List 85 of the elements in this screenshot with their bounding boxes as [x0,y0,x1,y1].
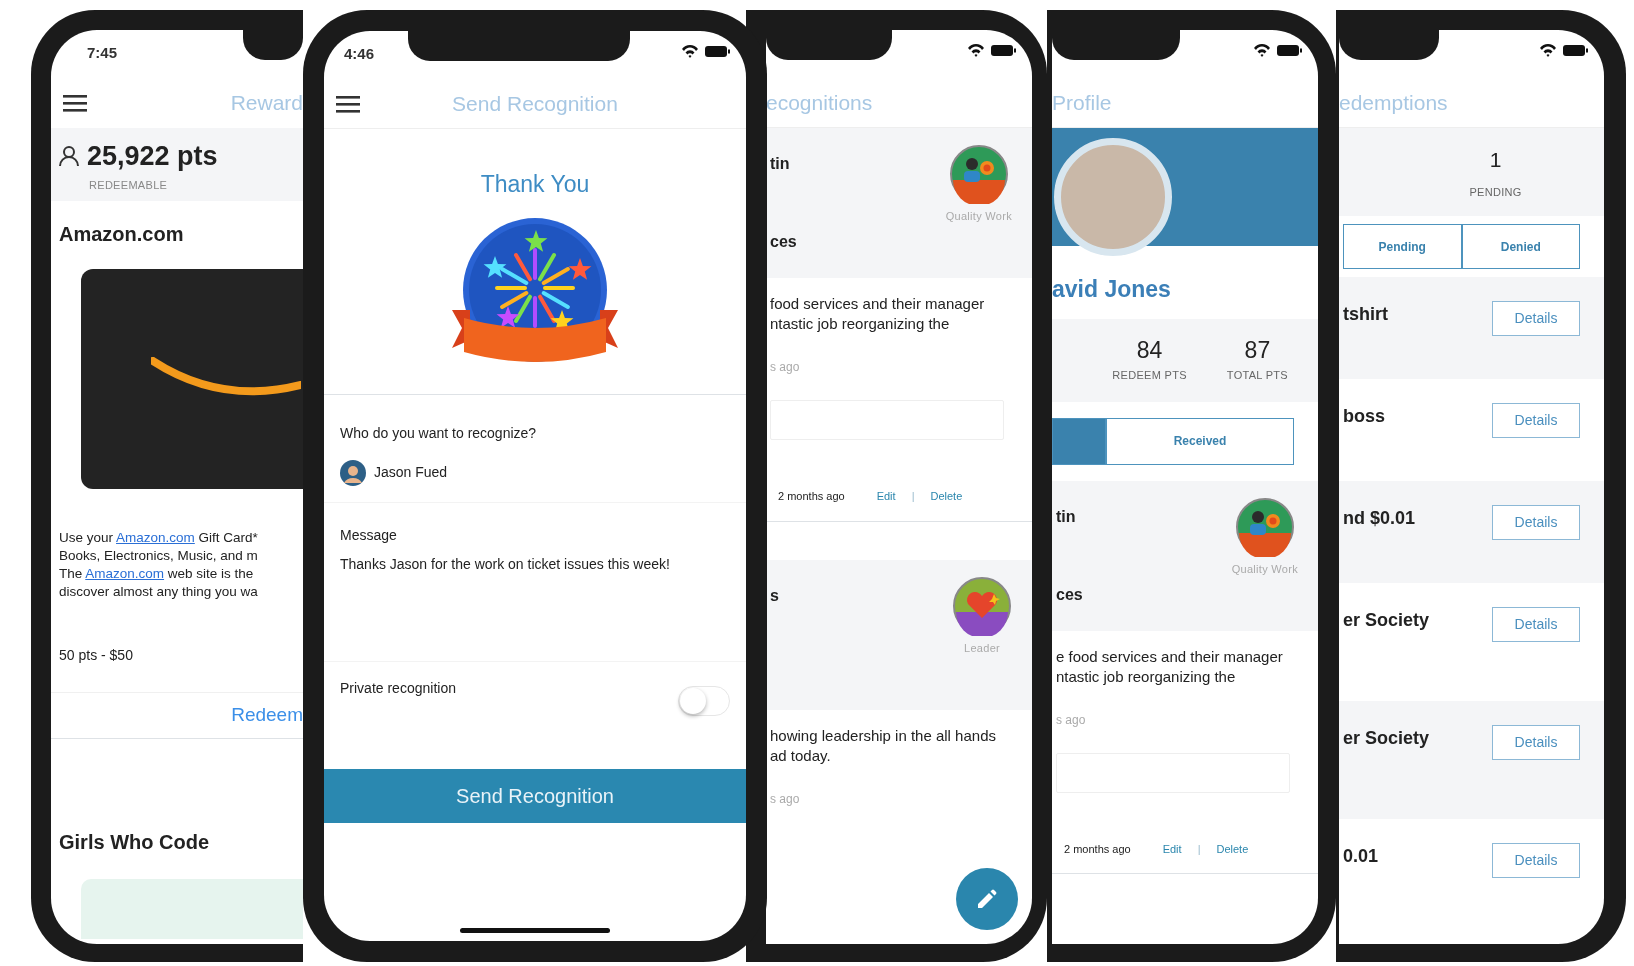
time-ago: s ago [770,359,801,376]
reward-description: Use your Amazon.com Gift Card* Books, Electronics, Music, and m The Amazon.com web site is the discover almost any thing you wa [58,529,259,601]
sender-name: s [770,585,780,606]
screen-title: Send Recognition [451,90,619,117]
profile-name: avid Jones [1052,275,1172,304]
quality-badge-icon [948,144,1009,204]
delete-link[interactable]: Delete [930,488,963,505]
edit-link[interactable]: Edit [876,488,896,505]
link-separator: | [911,489,915,504]
details-button[interactable]: Details [1492,301,1580,336]
private-label: Private recognition [340,678,456,698]
details-button[interactable]: Details [1492,505,1580,540]
tab[interactable] [1052,417,1106,465]
edit-link[interactable]: Edit [1162,840,1182,857]
recognition-title: ces [1056,584,1084,605]
screen-title: edemptions [1339,89,1448,116]
redemption-name: boss [1343,405,1385,428]
person-icon [59,145,79,168]
quality-badge-icon [1234,496,1295,557]
tab[interactable]: Pending [1343,224,1462,269]
points-label: REDEEMABLE [89,177,169,193]
time-posted: 2 months ago [1064,841,1131,857]
redeem-link[interactable]: Redeem [231,701,303,730]
recipient-field[interactable]: Jason Fued [340,459,730,486]
menu-icon[interactable] [63,93,87,113]
stat-label: PENDING [1469,184,1522,200]
sender-name: tin [1056,506,1077,527]
message-field[interactable]: Thanks Jason for the work on ticket issues this week! [340,553,730,575]
redemption-name: tshirt [1343,303,1388,326]
time-ago: s ago [1056,711,1087,729]
status-time: 4:46 [344,44,375,64]
reward-name: Girls Who Code [58,829,210,855]
screen-title: Profile [1052,89,1112,116]
badge-label: Leader [963,640,1001,656]
recipient-name: Jason Fued [374,463,448,482]
message-label: Message [340,525,398,545]
pencil-icon [975,887,999,911]
wifi-icon [681,44,699,58]
time-posted: 2 months ago [778,489,845,504]
details-button[interactable]: Details [1492,725,1580,760]
reward-name: Amazon.com [58,222,185,247]
recognition-message: e food services and their manager ntastic job reorganizing the [1056,646,1284,687]
delete-link[interactable]: Delete [1216,840,1249,857]
details-button[interactable]: Details [1492,607,1580,642]
tab[interactable]: Received [1106,417,1294,465]
points-total: 25,922 pts [87,140,218,173]
wifi-icon [967,43,985,57]
website-link[interactable]: Amazon.com [85,566,165,581]
stat-value: 1 [1488,147,1503,173]
stat-value: 84 [1135,335,1164,365]
recipient-label: Who do you want to recognize? [340,423,538,443]
screen-title: Reward [230,90,303,117]
details-button[interactable]: Details [1492,843,1580,878]
private-toggle[interactable] [678,685,730,716]
redemption-name: er Society [1343,609,1430,632]
link-separator: | [1197,841,1201,857]
send-recognition-button[interactable]: Send Recognition [324,768,746,823]
redemption-name: 0.01 [1343,845,1379,868]
tab[interactable]: Denied [1461,224,1580,269]
battery-icon [1277,44,1302,56]
recognition-message: howing leadership in the all hands ad today. [770,725,997,766]
website-link[interactable]: Amazon.com [116,530,195,545]
stat-label: REDEEM PTS [1112,368,1187,383]
redemption-name: nd $0.01 [1343,507,1416,530]
stat-label: TOTAL PTS [1226,368,1288,383]
stat-value: 87 [1243,335,1272,365]
thank-you-heading: Thank You [479,170,591,199]
screen-title: ecognitions [766,89,873,116]
avatar-icon [340,459,366,486]
status-time: 7:45 [87,43,118,63]
time-ago: s ago [770,790,801,808]
sender-name: tin [770,154,791,174]
wifi-icon [1539,43,1557,57]
badge-label: Quality Work [945,209,1012,224]
redemption-name: er Society [1343,727,1430,750]
heart-badge-icon [952,575,1012,636]
battery-icon [705,45,730,57]
recognition-message: food services and their manager ntastic job reorganizing the [770,294,986,334]
battery-icon [1563,44,1588,56]
battery-icon [991,44,1016,56]
menu-icon[interactable] [336,93,360,114]
badge-label: Quality Work [1231,561,1298,577]
wifi-icon [1253,43,1271,57]
details-button[interactable]: Details [1492,403,1580,438]
recognition-title: ces [770,232,798,252]
